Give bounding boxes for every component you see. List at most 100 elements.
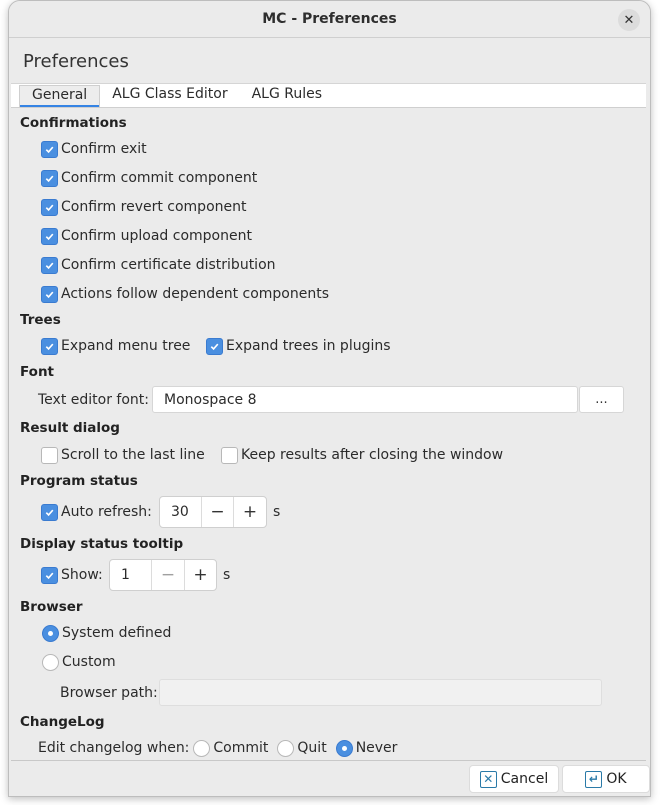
expand-trees-plugins-checkbox[interactable] (206, 337, 223, 355)
confirm-upload-option[interactable]: Confirm upload component (41, 225, 252, 247)
auto-refresh-unit: s (273, 504, 281, 520)
tab-alg-class-editor[interactable]: ALG Class Editor (100, 85, 239, 107)
tab-general[interactable]: General (19, 85, 101, 108)
confirm-exit-option[interactable]: Confirm exit (41, 138, 147, 160)
confirm-upload-label: Confirm upload component (61, 228, 252, 244)
checkmark-icon (45, 175, 54, 182)
scroll-last-line-label: Scroll to the last line (61, 447, 205, 463)
section-changelog: ChangeLog (20, 714, 105, 730)
changelog-row: Edit changelog when: Commit Quit Never (38, 737, 397, 759)
expand-trees-plugins-option[interactable]: Expand trees in plugins (206, 335, 391, 357)
close-icon: ✕ (623, 12, 635, 28)
title-bar: MC - Preferences ✕ (9, 1, 650, 38)
show-tooltip-label: Show: (61, 567, 103, 583)
confirm-commit-label: Confirm commit component (61, 170, 258, 186)
changelog-never-label[interactable]: Never (356, 740, 398, 756)
auto-refresh-value[interactable]: 30 (160, 497, 202, 527)
tooltip-unit-row: s (223, 564, 230, 586)
confirm-upload-checkbox[interactable] (41, 227, 58, 245)
ok-button[interactable]: ↵ OK (562, 765, 650, 793)
auto-refresh-checkbox[interactable] (41, 503, 58, 521)
tooltip-value[interactable]: 1 (110, 560, 152, 590)
enter-icon: ↵ (585, 770, 603, 788)
page-title: Preferences (23, 51, 129, 72)
changelog-label: Edit changelog when: (38, 740, 190, 756)
expand-trees-plugins-label: Expand trees in plugins (226, 338, 391, 354)
expand-menu-tree-checkbox[interactable] (41, 337, 58, 355)
tooltip-unit: s (223, 567, 231, 583)
checkmark-icon (210, 343, 219, 350)
actions-follow-option[interactable]: Actions follow dependent components (41, 283, 329, 305)
checkmark-icon (45, 262, 54, 269)
section-confirmations: Confirmations (20, 115, 127, 131)
checkmark-icon (45, 509, 54, 516)
section-program-status: Program status (20, 473, 138, 489)
checkmark-icon (45, 233, 54, 240)
changelog-never-radio[interactable] (335, 739, 353, 757)
text-editor-font-field[interactable]: Monospace 8 (152, 386, 578, 413)
auto-refresh-spinbox[interactable]: 30 − + (159, 496, 267, 528)
browser-path-row: Browser path: (60, 682, 158, 704)
tab-bar: General ALG Class Editor ALG Rules (11, 83, 646, 108)
checkmark-icon (45, 343, 54, 350)
checkmark-icon (45, 572, 54, 579)
section-trees: Trees (20, 312, 61, 328)
confirm-certificate-checkbox[interactable] (41, 256, 58, 274)
browser-system-option[interactable]: System defined (42, 622, 171, 644)
browser-custom-label: Custom (62, 654, 116, 670)
browser-custom-option[interactable]: Custom (42, 651, 116, 673)
expand-menu-tree-option[interactable]: Expand menu tree (41, 335, 190, 357)
ok-label: OK (606, 771, 627, 787)
confirm-commit-option[interactable]: Confirm commit component (41, 167, 257, 189)
confirm-revert-checkbox[interactable] (41, 198, 58, 216)
changelog-quit-radio[interactable] (277, 739, 295, 757)
keep-results-checkbox[interactable] (221, 446, 238, 464)
window-title: MC - Preferences (262, 11, 397, 27)
browser-path-field[interactable] (159, 679, 602, 706)
show-tooltip-checkbox[interactable] (41, 566, 58, 584)
changelog-quit-label[interactable]: Quit (297, 740, 326, 756)
section-browser: Browser (20, 599, 83, 615)
confirm-certificate-label: Confirm certificate distribution (61, 257, 276, 273)
tab-alg-rules[interactable]: ALG Rules (240, 85, 334, 107)
choose-font-button[interactable]: ... (579, 386, 624, 413)
confirm-certificate-option[interactable]: Confirm certificate distribution (41, 254, 276, 276)
confirm-commit-checkbox[interactable] (41, 169, 58, 187)
text-editor-font-label: Text editor font: (38, 392, 149, 408)
cancel-label: Cancel (500, 771, 549, 787)
scroll-last-line-option[interactable]: Scroll to the last line (41, 444, 205, 466)
changelog-commit-radio[interactable] (193, 739, 211, 757)
checkmark-icon (45, 204, 54, 211)
actions-follow-checkbox[interactable] (41, 285, 58, 303)
expand-menu-tree-label: Expand menu tree (61, 338, 191, 354)
tooltip-decrement-button[interactable]: − (152, 560, 185, 590)
browser-system-radio[interactable] (42, 624, 59, 642)
browser-system-label: System defined (62, 625, 172, 641)
scroll-last-line-checkbox[interactable] (41, 446, 58, 464)
confirm-revert-option[interactable]: Confirm revert component (41, 196, 247, 218)
cancel-button[interactable]: ✕ Cancel (469, 765, 559, 793)
browser-path-label: Browser path: (60, 685, 158, 701)
auto-refresh-option[interactable]: Auto refresh: (41, 501, 152, 523)
cancel-icon: ✕ (479, 770, 497, 788)
checkmark-icon (45, 291, 54, 298)
show-tooltip-option[interactable]: Show: (41, 564, 103, 586)
section-status-tooltip: Display status tooltip (20, 536, 184, 552)
actions-follow-label: Actions follow dependent components (61, 286, 330, 302)
auto-refresh-decrement-button[interactable]: − (202, 497, 234, 527)
auto-refresh-label: Auto refresh: (61, 504, 152, 520)
section-font: Font (20, 364, 55, 380)
browser-custom-radio[interactable] (42, 653, 59, 671)
section-result-dialog: Result dialog (20, 420, 120, 436)
close-button[interactable]: ✕ (618, 9, 640, 31)
tooltip-increment-button[interactable]: + (185, 560, 216, 590)
auto-refresh-increment-button[interactable]: + (234, 497, 266, 527)
changelog-commit-label[interactable]: Commit (213, 740, 268, 756)
preferences-window: MC - Preferences ✕ Preferences General A… (8, 0, 651, 797)
keep-results-option[interactable]: Keep results after closing the window (221, 444, 503, 466)
confirm-exit-checkbox[interactable] (41, 140, 58, 158)
tooltip-spinbox[interactable]: 1 − + (109, 559, 217, 591)
confirm-exit-label: Confirm exit (61, 141, 147, 157)
general-panel: Confirmations Confirm exit Confirm commi… (11, 107, 646, 761)
confirm-revert-label: Confirm revert component (61, 199, 247, 215)
